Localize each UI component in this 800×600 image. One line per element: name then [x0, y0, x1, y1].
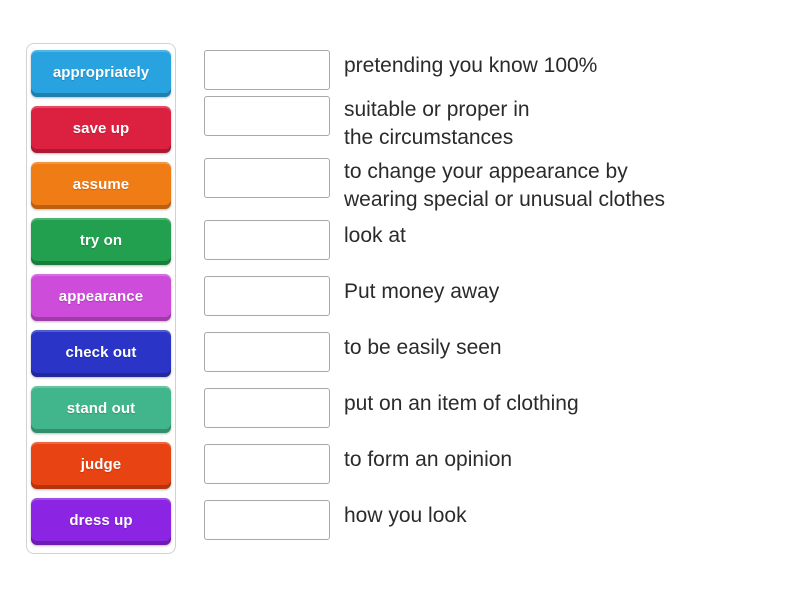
word-tile-label: try on	[79, 232, 123, 250]
word-tile-label: save up	[72, 120, 130, 138]
word-tile-appropriately[interactable]: appropriately	[31, 50, 171, 97]
word-tile-label: appearance	[58, 288, 144, 306]
match-row: to change your appearance by wearing spe…	[204, 158, 784, 214]
match-row: Put money away	[204, 276, 784, 316]
drop-target[interactable]	[204, 500, 330, 540]
definition-text: how you look	[344, 504, 467, 527]
match-up-activity: appropriately save up assume try on appe…	[0, 0, 800, 600]
word-tile-dress-up[interactable]: dress up	[31, 498, 171, 545]
drop-target[interactable]	[204, 332, 330, 372]
word-tile-label: judge	[80, 456, 122, 474]
definition-text: pretending you know 100%	[344, 54, 598, 77]
match-row: put on an item of clothing	[204, 388, 784, 428]
definition-text: Put money away	[344, 280, 500, 303]
definition-text: suitable or proper in the circumstances	[344, 98, 530, 149]
match-row: to be easily seen	[204, 332, 784, 372]
drop-target[interactable]	[204, 444, 330, 484]
definition-text: put on an item of clothing	[344, 392, 579, 415]
word-tile-label: appropriately	[52, 64, 150, 82]
definition-text: to form an opinion	[344, 448, 513, 471]
definition-text: to be easily seen	[344, 336, 502, 359]
drop-target[interactable]	[204, 96, 330, 136]
word-tile-try-on[interactable]: try on	[31, 218, 171, 265]
word-tile-appearance[interactable]: appearance	[31, 274, 171, 321]
match-row: suitable or proper in the circumstances	[204, 96, 784, 152]
word-tile-check-out[interactable]: check out	[31, 330, 171, 377]
word-tile-judge[interactable]: judge	[31, 442, 171, 489]
definition-text: to change your appearance by wearing spe…	[344, 160, 666, 211]
word-tile-label: check out	[65, 344, 137, 362]
definition-text: look at	[344, 224, 406, 247]
word-tile-label: dress up	[69, 512, 133, 530]
drop-target[interactable]	[204, 276, 330, 316]
drop-target[interactable]	[204, 50, 330, 90]
word-tile-label: assume	[72, 176, 130, 194]
match-row: to form an opinion	[204, 444, 784, 484]
word-tile-label: stand out	[66, 400, 136, 418]
drop-target[interactable]	[204, 158, 330, 198]
match-row: pretending you know 100%	[204, 50, 784, 90]
definitions-list: pretending you know 100% suitable or pro…	[204, 50, 784, 556]
word-tiles-panel: appropriately save up assume try on appe…	[26, 43, 176, 554]
match-row: look at	[204, 220, 784, 260]
word-tile-stand-out[interactable]: stand out	[31, 386, 171, 433]
drop-target[interactable]	[204, 388, 330, 428]
drop-target[interactable]	[204, 220, 330, 260]
word-tile-assume[interactable]: assume	[31, 162, 171, 209]
word-tile-save-up[interactable]: save up	[31, 106, 171, 153]
match-row: how you look	[204, 500, 784, 540]
